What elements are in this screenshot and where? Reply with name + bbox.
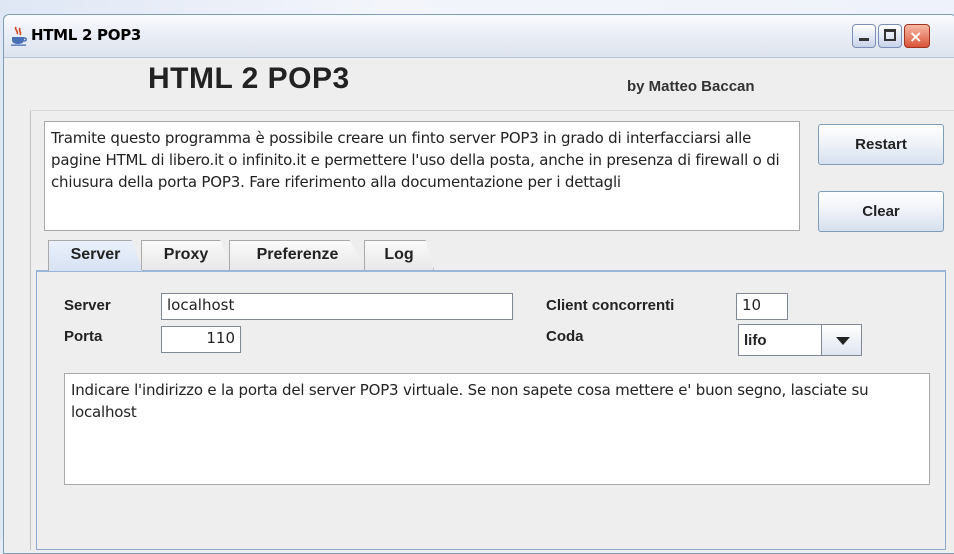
tab-proxy[interactable]: Proxy (141, 240, 231, 270)
maximize-button[interactable] (878, 24, 902, 48)
client-concorrenti-input[interactable]: 10 (736, 293, 788, 320)
maximize-icon (884, 29, 896, 41)
chevron-down-icon (836, 337, 850, 345)
restart-button[interactable]: Restart (818, 124, 944, 165)
porta-input[interactable]: 110 (161, 326, 241, 353)
description-text: Tramite questo programma è possibile cre… (44, 121, 800, 231)
tab-server[interactable]: Server (48, 240, 143, 271)
server-input[interactable]: localhost (161, 293, 513, 320)
coda-dropdown-button[interactable] (821, 325, 861, 355)
client-concorrenti-label: Client concorrenti (546, 297, 675, 314)
minimize-button[interactable] (852, 24, 876, 48)
server-label: Server (64, 297, 111, 314)
close-icon: × (909, 27, 923, 46)
porta-label: Porta (64, 328, 103, 345)
server-help-text: Indicare l'indirizzo e la porta del serv… (64, 373, 930, 485)
clear-button[interactable]: Clear (818, 191, 944, 232)
minimize-icon (859, 38, 869, 41)
app-author: by Matteo Baccan (627, 78, 755, 95)
coda-select[interactable]: lifo (738, 324, 862, 356)
coda-label: Coda (546, 328, 584, 345)
title-bar[interactable]: HTML 2 POP3 × (4, 15, 954, 58)
app-heading: HTML 2 POP3 (148, 62, 350, 95)
window-title: HTML 2 POP3 (31, 26, 142, 44)
tab-preferenze[interactable]: Preferenze (229, 240, 366, 270)
java-coffee-cup-icon (11, 26, 27, 46)
coda-selected-value: lifo (744, 332, 767, 349)
close-button[interactable]: × (904, 24, 930, 48)
tab-log[interactable]: Log (364, 240, 434, 270)
